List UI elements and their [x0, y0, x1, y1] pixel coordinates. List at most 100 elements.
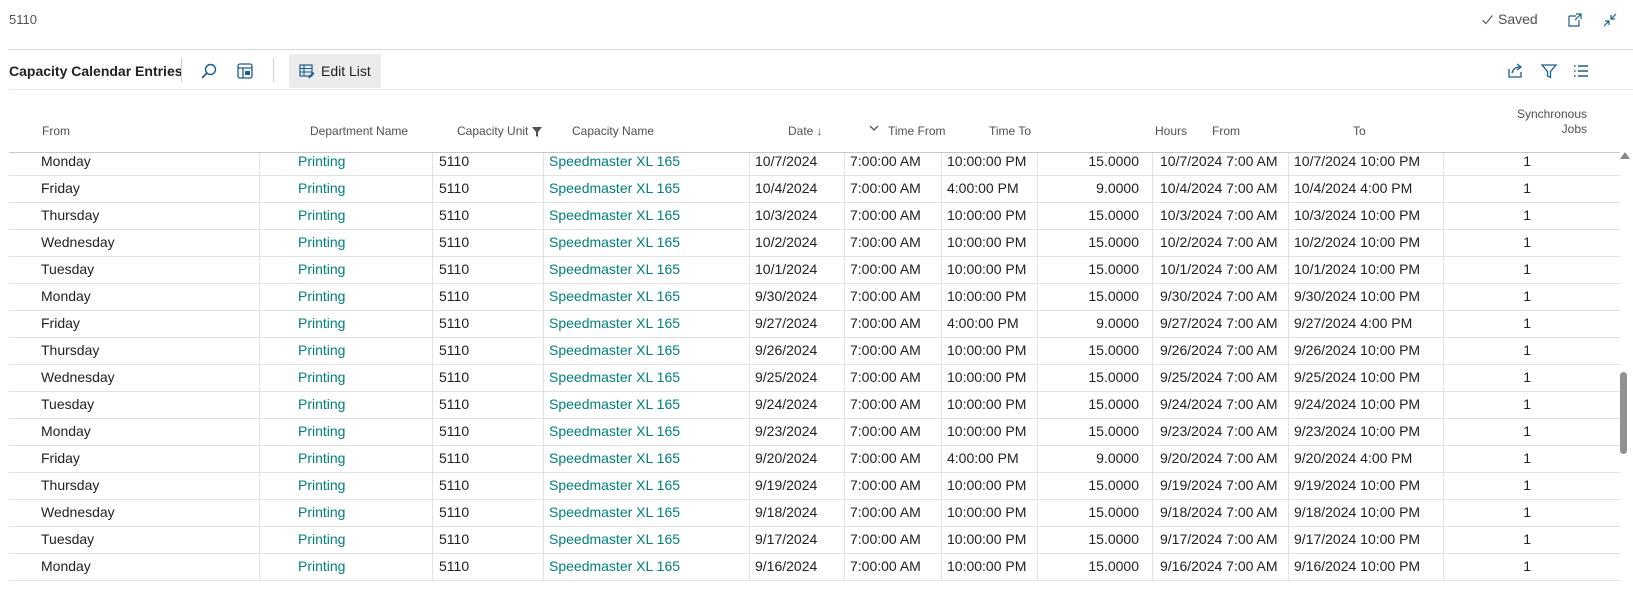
department-link[interactable]: Printing — [298, 336, 433, 364]
cell-unit: 5110 — [439, 369, 470, 385]
department-link[interactable]: Printing — [298, 153, 433, 175]
edit-list-button[interactable]: Edit List — [289, 54, 381, 88]
filter-icon[interactable] — [1536, 58, 1562, 84]
column-divider — [543, 336, 544, 364]
capacity-name-link[interactable]: Speedmaster XL 165 — [549, 444, 749, 472]
column-header-synchronous-jobs[interactable]: Synchronous Jobs — [1480, 107, 1587, 137]
table-row[interactable]: Thursday Printing 5110 Speedmaster XL 165 10… — [9, 201, 1620, 230]
column-divider — [1152, 471, 1153, 499]
column-divider — [543, 153, 544, 175]
cell-tfrom: 7:00:00 AM — [850, 315, 921, 331]
table-row[interactable]: Thursday Printing 5110 Speedmaster XL 165 9/… — [9, 336, 1620, 365]
cell-to: 9/27/2024 4:00 PM — [1294, 315, 1413, 331]
department-link[interactable]: Printing — [298, 255, 433, 283]
chevron-down-icon[interactable] — [868, 122, 880, 138]
capacity-name-link[interactable]: Speedmaster XL 165 — [549, 363, 749, 391]
department-link[interactable]: Printing — [298, 444, 433, 472]
column-divider — [1288, 444, 1289, 472]
capacity-name-link[interactable]: Speedmaster XL 165 — [549, 309, 749, 337]
table-row[interactable]: Wednesday Printing 5110 Speedmaster XL 165 1… — [9, 228, 1620, 257]
cell-jobs: 1 — [1523, 450, 1531, 466]
table-row[interactable]: Friday Printing 5110 Speedmaster XL 165 10/4… — [9, 174, 1620, 203]
column-header-capacity-unit[interactable]: Capacity Unit — [457, 124, 543, 139]
column-header-to-datetime[interactable]: To — [1353, 124, 1366, 139]
column-header-hours[interactable]: Hours — [1100, 124, 1187, 139]
capacity-name-link[interactable]: Speedmaster XL 165 — [549, 336, 749, 364]
column-divider — [1152, 363, 1153, 391]
cell-tfrom: 7:00:00 AM — [850, 450, 921, 466]
cell-tfrom: 7:00:00 AM — [850, 369, 921, 385]
column-divider — [749, 201, 750, 229]
table-row[interactable]: Friday Printing 5110 Speedmaster XL 165 9/27… — [9, 309, 1620, 338]
filter-pane-icon[interactable] — [232, 58, 258, 84]
cell-tto: 10:00:00 PM — [947, 423, 1027, 439]
table-row[interactable]: Wednesday Printing 5110 Speedmaster XL 165 9… — [9, 498, 1620, 527]
column-divider — [749, 336, 750, 364]
capacity-name-link[interactable]: Speedmaster XL 165 — [549, 390, 749, 418]
column-header-capacity-name[interactable]: Capacity Name — [572, 124, 654, 139]
capacity-name-link[interactable]: Speedmaster XL 165 — [549, 525, 749, 553]
table-row[interactable]: Tuesday Printing 5110 Speedmaster XL 165 10/… — [9, 255, 1620, 284]
cell-from: 9/30/2024 7:00 AM — [1160, 288, 1278, 304]
column-header-from-datetime[interactable]: From — [1212, 124, 1240, 139]
department-link[interactable]: Printing — [298, 282, 433, 310]
capacity-name-link[interactable]: Speedmaster XL 165 — [549, 201, 749, 229]
column-divider — [1152, 336, 1153, 364]
column-divider — [543, 525, 544, 553]
table-row[interactable]: Monday Printing 5110 Speedmaster XL 165 9/16… — [9, 552, 1620, 581]
search-icon[interactable] — [196, 58, 222, 84]
table-row[interactable]: Tuesday Printing 5110 Speedmaster XL 165 9/2… — [9, 390, 1620, 419]
department-link[interactable]: Printing — [298, 201, 433, 229]
department-link[interactable]: Printing — [298, 471, 433, 499]
table-row[interactable]: Monday Printing 5110 Speedmaster XL 165 10/7… — [9, 153, 1620, 176]
capacity-name-link[interactable]: Speedmaster XL 165 — [549, 153, 749, 175]
column-header-time-to[interactable]: Time To — [989, 124, 1031, 139]
cell-day: Monday — [41, 423, 91, 439]
capacity-name-link[interactable]: Speedmaster XL 165 — [549, 498, 749, 526]
capacity-name-link[interactable]: Speedmaster XL 165 — [549, 255, 749, 283]
share-icon[interactable] — [1502, 58, 1528, 84]
column-header-date[interactable]: Date ↓ — [788, 124, 822, 139]
table-row[interactable]: Thursday Printing 5110 Speedmaster XL 165 9/… — [9, 471, 1620, 500]
column-header-department-name[interactable]: Department Name — [310, 124, 408, 139]
cell-day: Tuesday — [41, 396, 95, 412]
department-link[interactable]: Printing — [298, 525, 433, 553]
department-link[interactable]: Printing — [298, 309, 433, 337]
cell-day: Monday — [41, 153, 91, 169]
scrollbar-thumb[interactable] — [1620, 372, 1627, 454]
table-row[interactable]: Tuesday Printing 5110 Speedmaster XL 165 9/1… — [9, 525, 1620, 554]
table-row[interactable]: Monday Printing 5110 Speedmaster XL 165 9/30… — [9, 282, 1620, 311]
capacity-name-link[interactable]: Speedmaster XL 165 — [549, 174, 749, 202]
cell-tto: 10:00:00 PM — [947, 342, 1027, 358]
cell-tfrom: 7:00:00 AM — [850, 531, 921, 547]
column-filter-icon — [532, 126, 543, 137]
department-link[interactable]: Printing — [298, 552, 433, 580]
table-row[interactable]: Friday Printing 5110 Speedmaster XL 165 9/20… — [9, 444, 1620, 473]
capacity-name-link[interactable]: Speedmaster XL 165 — [549, 282, 749, 310]
open-new-window-icon[interactable] — [1565, 10, 1585, 30]
table-row[interactable]: Monday Printing 5110 Speedmaster XL 165 9/23… — [9, 417, 1620, 446]
capacity-name-link[interactable]: Speedmaster XL 165 — [549, 471, 749, 499]
department-link[interactable]: Printing — [298, 498, 433, 526]
department-link[interactable]: Printing — [298, 417, 433, 445]
department-link[interactable]: Printing — [298, 390, 433, 418]
department-link[interactable]: Printing — [298, 174, 433, 202]
collapse-icon[interactable] — [1600, 10, 1620, 30]
column-header-from-weekday[interactable]: From — [42, 124, 70, 139]
cell-date: 9/17/2024 — [755, 531, 818, 547]
table-row[interactable]: Wednesday Printing 5110 Speedmaster XL 165 9… — [9, 363, 1620, 392]
column-header-time-from[interactable]: Time From — [888, 124, 946, 139]
column-divider — [1288, 363, 1289, 391]
department-link[interactable]: Printing — [298, 363, 433, 391]
capacity-name-link[interactable]: Speedmaster XL 165 — [549, 417, 749, 445]
capacity-name-link[interactable]: Speedmaster XL 165 — [549, 552, 749, 580]
action-bar-divider — [9, 89, 1633, 90]
cell-tfrom: 7:00:00 AM — [850, 234, 921, 250]
scroll-up-icon[interactable] — [1620, 152, 1630, 159]
column-divider — [1288, 228, 1289, 256]
cell-jobs: 1 — [1523, 369, 1531, 385]
list-view-icon[interactable] — [1568, 58, 1594, 84]
cell-tfrom: 7:00:00 AM — [850, 180, 921, 196]
capacity-name-link[interactable]: Speedmaster XL 165 — [549, 228, 749, 256]
department-link[interactable]: Printing — [298, 228, 433, 256]
